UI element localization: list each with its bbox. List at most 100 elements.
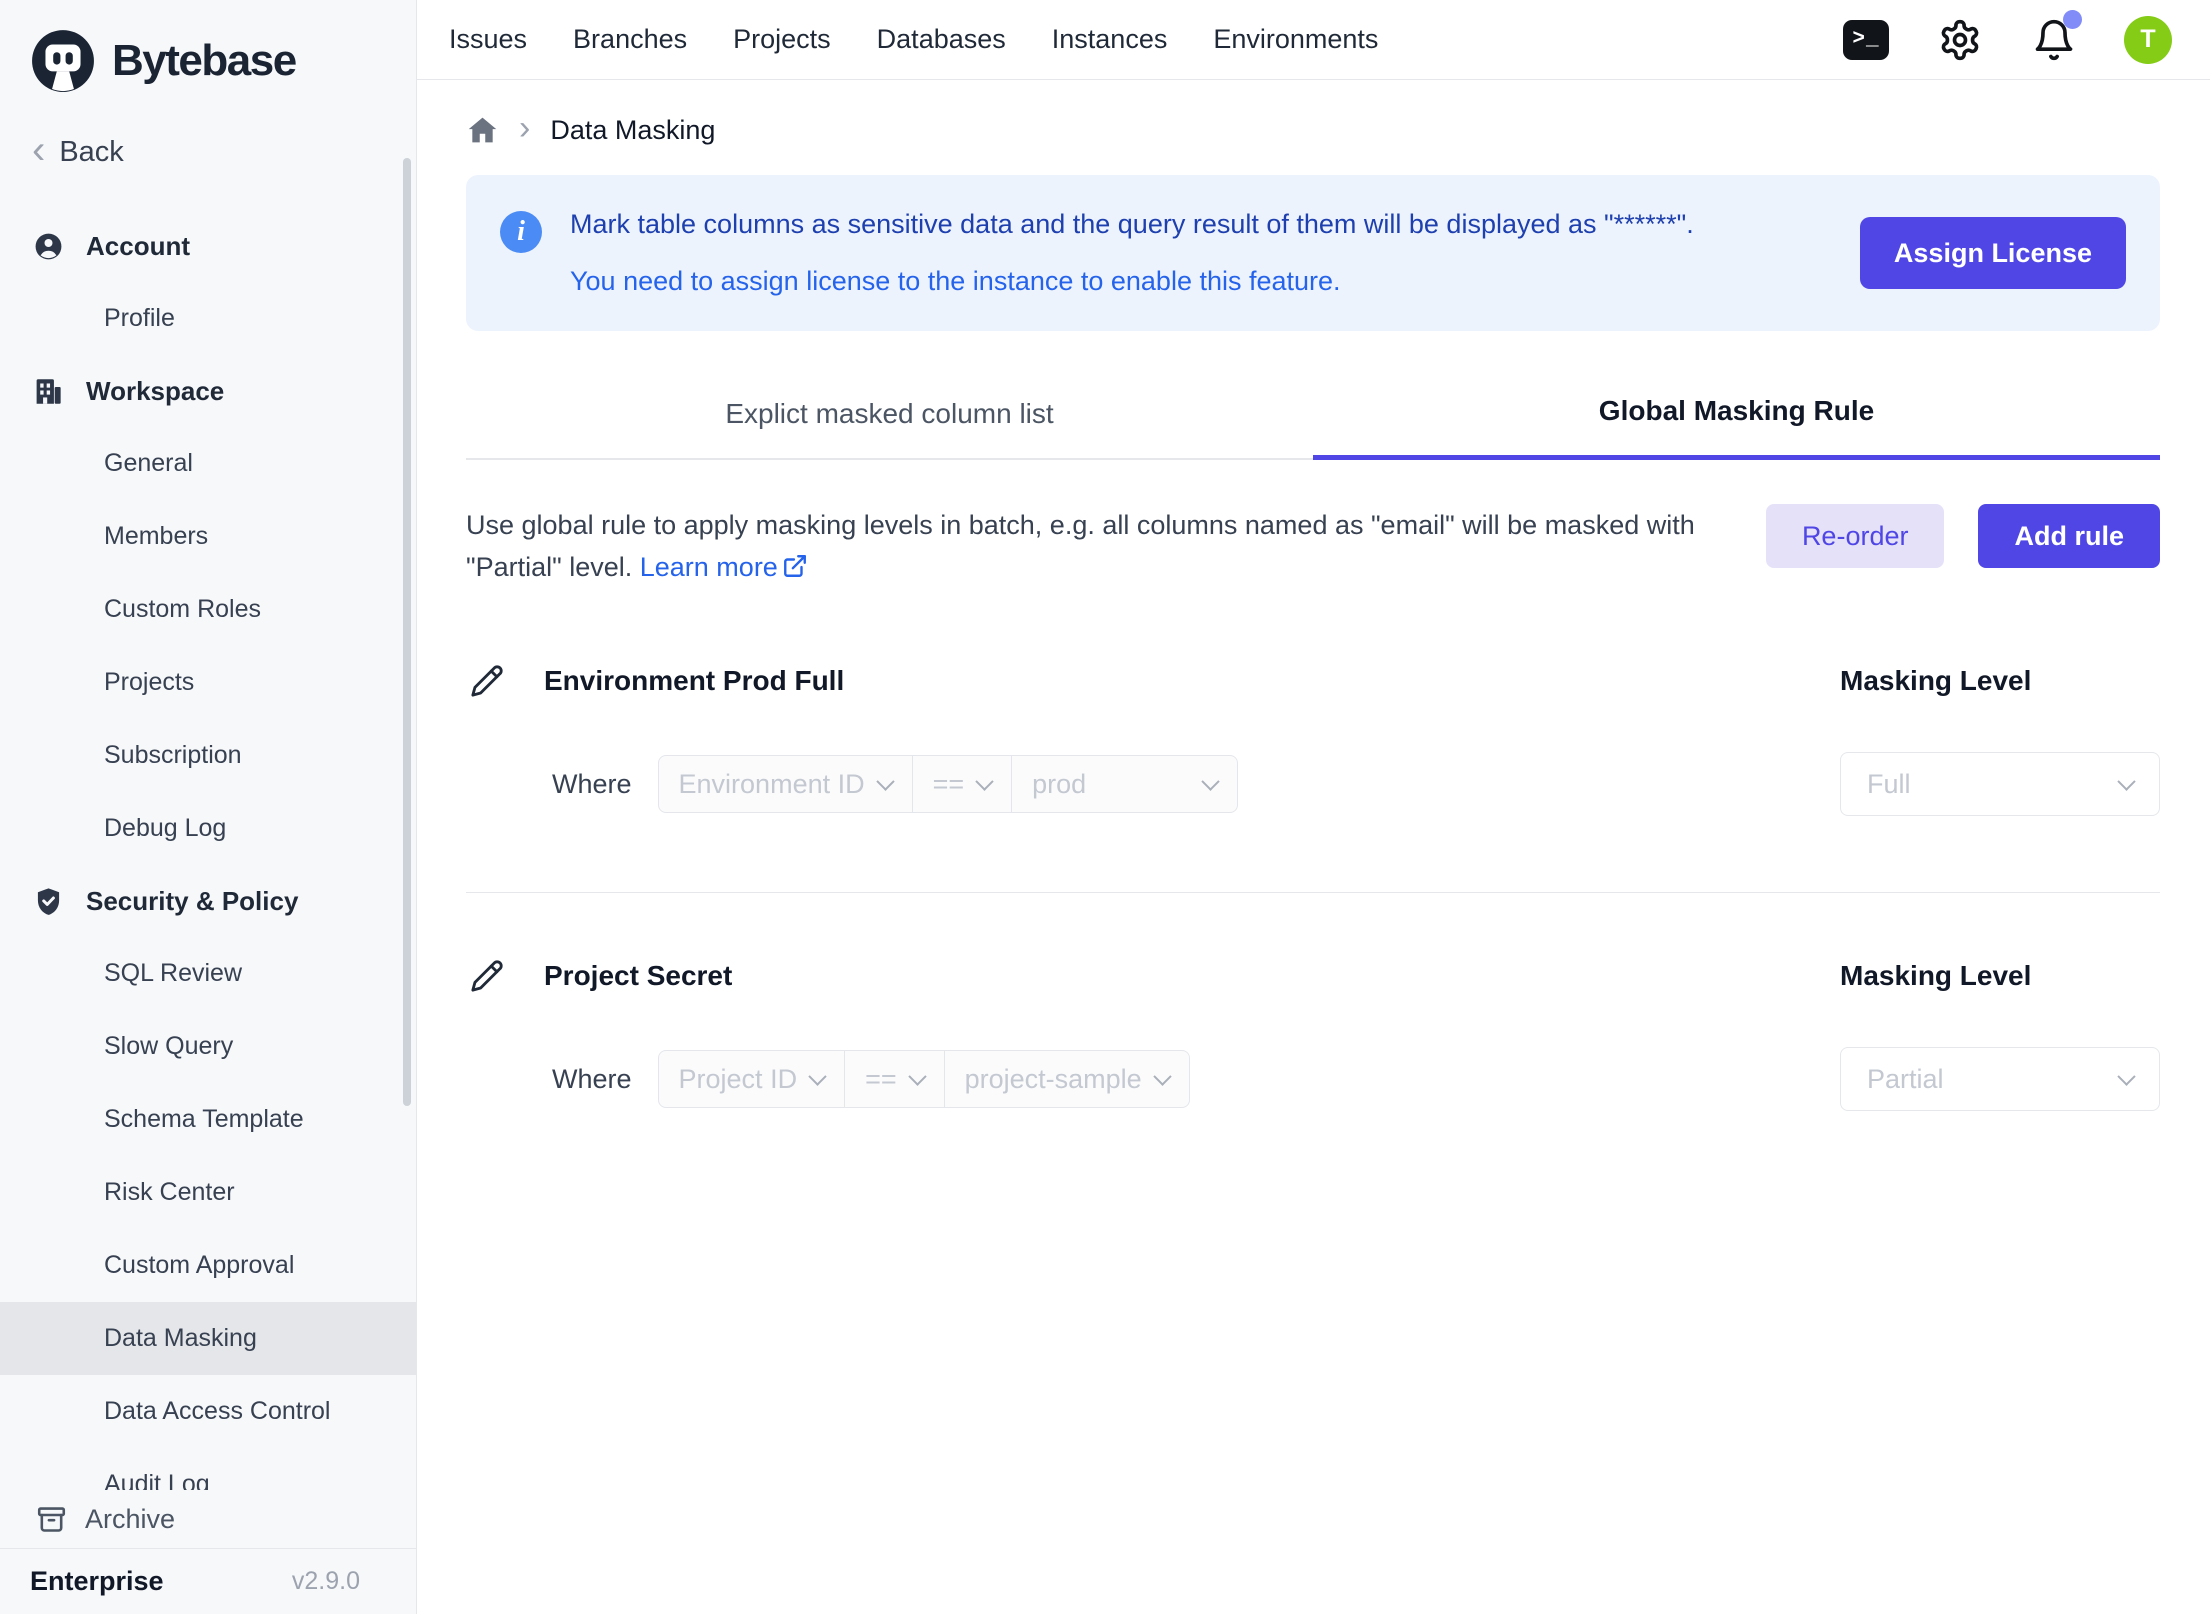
rule-card: Environment Prod Full Masking Level Wher… bbox=[466, 664, 2160, 816]
sidebar-item-audit-log[interactable]: Audit Log bbox=[0, 1448, 416, 1490]
building-icon bbox=[33, 376, 64, 407]
sidebar-scrollbar[interactable] bbox=[403, 158, 411, 1106]
rule-header: Environment Prod Full Masking Level bbox=[466, 664, 2160, 698]
rule-condition-row: Where Project ID == project-sa bbox=[466, 1047, 2160, 1111]
where-label: Where bbox=[552, 1064, 632, 1095]
chevron-down-icon bbox=[908, 1067, 926, 1085]
back-button[interactable]: ‹ Back bbox=[32, 134, 416, 170]
condition-field-select[interactable]: Project ID bbox=[659, 1051, 846, 1107]
archive-button[interactable]: Archive bbox=[0, 1490, 416, 1548]
sidebar-item-subscription[interactable]: Subscription bbox=[0, 719, 416, 792]
sidebar-item-general[interactable]: General bbox=[0, 427, 416, 500]
sidebar-item-debug-log[interactable]: Debug Log bbox=[0, 792, 416, 865]
tab-global-masking-rule[interactable]: Global Masking Rule bbox=[1313, 395, 2160, 460]
nav-projects[interactable]: Projects bbox=[733, 24, 831, 55]
nav-environments[interactable]: Environments bbox=[1213, 24, 1378, 55]
breadcrumb: › Data Masking bbox=[466, 114, 2160, 147]
condition-value-select[interactable]: prod bbox=[1012, 756, 1237, 812]
chevron-down-icon bbox=[2117, 1067, 2135, 1085]
brand-name: Bytebase bbox=[112, 36, 296, 86]
tab-explicit-masked-column-list[interactable]: Explict masked column list bbox=[466, 398, 1313, 460]
masking-level-select[interactable]: Full bbox=[1840, 752, 2160, 816]
chevron-down-icon bbox=[2117, 772, 2135, 790]
nav-issues[interactable]: Issues bbox=[449, 24, 527, 55]
where-clause: Where Project ID == project-sa bbox=[466, 1050, 1840, 1108]
sidebar-item-members[interactable]: Members bbox=[0, 500, 416, 573]
banner-text: Mark table columns as sensitive data and… bbox=[570, 207, 1830, 299]
sidebar-bottom: Archive Enterprise v2.9.0 bbox=[0, 1490, 416, 1614]
rule-header: Project Secret Masking Level bbox=[466, 959, 2160, 993]
chevron-left-icon: ‹ bbox=[32, 130, 45, 170]
edit-pencil-icon[interactable] bbox=[470, 664, 504, 698]
rule-card: Project Secret Masking Level Where Proje… bbox=[466, 959, 2160, 1111]
archive-icon bbox=[36, 1504, 67, 1535]
notification-dot bbox=[2063, 10, 2082, 29]
add-rule-button[interactable]: Add rule bbox=[1978, 504, 2160, 568]
banner-line2: You need to assign license to the instan… bbox=[570, 264, 1830, 299]
rule-list: Environment Prod Full Masking Level Wher… bbox=[466, 664, 2160, 1111]
main-area: Issues Branches Projects Databases Insta… bbox=[417, 0, 2210, 1614]
where-label: Where bbox=[552, 769, 632, 800]
sidebar-item-data-access-control[interactable]: Data Access Control bbox=[0, 1375, 416, 1448]
sidebar-item-sql-review[interactable]: SQL Review bbox=[0, 937, 416, 1010]
sidebar-item-schema-template[interactable]: Schema Template bbox=[0, 1083, 416, 1156]
sidebar-item-custom-roles[interactable]: Custom Roles bbox=[0, 573, 416, 646]
banner-line1: Mark table columns as sensitive data and… bbox=[570, 207, 1830, 242]
info-icon: i bbox=[500, 211, 542, 253]
rule-condition-row: Where Environment ID == prod bbox=[466, 752, 2160, 816]
rule-divider bbox=[466, 892, 2160, 893]
condition-group: Environment ID == prod bbox=[658, 755, 1239, 813]
rule-title: Environment Prod Full bbox=[544, 665, 1840, 697]
chevron-right-icon: › bbox=[519, 111, 530, 145]
learn-more-link[interactable]: Learn more bbox=[640, 552, 778, 582]
edit-pencil-icon[interactable] bbox=[470, 959, 504, 993]
home-icon[interactable] bbox=[466, 114, 499, 147]
chevron-down-icon bbox=[975, 772, 993, 790]
sidebar-item-custom-approval[interactable]: Custom Approval bbox=[0, 1229, 416, 1302]
masking-level-label: Masking Level bbox=[1840, 665, 2160, 697]
rule-title: Project Secret bbox=[544, 960, 1840, 992]
masking-level-select[interactable]: Partial bbox=[1840, 1047, 2160, 1111]
condition-value-select[interactable]: project-sample bbox=[945, 1051, 1189, 1107]
bell-icon[interactable] bbox=[2030, 16, 2078, 64]
sql-editor-terminal-icon[interactable]: >_ bbox=[1842, 16, 1890, 64]
condition-operator-select[interactable]: == bbox=[913, 756, 1013, 812]
plan-footer: Enterprise v2.9.0 bbox=[0, 1548, 416, 1614]
sidebar-item-data-masking[interactable]: Data Masking bbox=[0, 1302, 416, 1375]
chevron-down-icon bbox=[808, 1067, 826, 1085]
breadcrumb-page: Data Masking bbox=[550, 115, 715, 146]
license-banner: i Mark table columns as sensitive data a… bbox=[466, 175, 2160, 331]
page-content: › Data Masking i Mark table columns as s… bbox=[417, 80, 2210, 1614]
assign-license-button[interactable]: Assign License bbox=[1860, 217, 2126, 289]
rule-description: Use global rule to apply masking levels … bbox=[466, 504, 1766, 588]
sidebar-item-risk-center[interactable]: Risk Center bbox=[0, 1156, 416, 1229]
bytebase-logo-icon bbox=[30, 28, 96, 94]
settings-sidebar: Bytebase ‹ Back Account Profile bbox=[0, 0, 417, 1614]
condition-field-select[interactable]: Environment ID bbox=[659, 756, 913, 812]
section-account: Account bbox=[0, 210, 416, 282]
app-version: v2.9.0 bbox=[292, 1567, 360, 1596]
brand-logo[interactable]: Bytebase bbox=[0, 0, 416, 94]
shield-check-icon bbox=[33, 886, 64, 917]
chevron-down-icon bbox=[1153, 1067, 1171, 1085]
nav-databases[interactable]: Databases bbox=[877, 24, 1006, 55]
top-navigation: Issues Branches Projects Databases Insta… bbox=[417, 0, 2210, 80]
avatar[interactable]: T bbox=[2124, 16, 2172, 64]
reorder-button[interactable]: Re-order bbox=[1766, 504, 1945, 568]
masking-tabs: Explict masked column list Global Maskin… bbox=[466, 395, 2160, 460]
nav-instances[interactable]: Instances bbox=[1052, 24, 1168, 55]
sidebar-item-profile[interactable]: Profile bbox=[0, 282, 416, 355]
rule-description-row: Use global rule to apply masking levels … bbox=[466, 504, 2160, 588]
chevron-down-icon bbox=[1201, 772, 1219, 790]
section-workspace: Workspace bbox=[0, 355, 416, 427]
gear-icon[interactable] bbox=[1936, 16, 1984, 64]
plan-name: Enterprise bbox=[30, 1566, 164, 1597]
nav-branches[interactable]: Branches bbox=[573, 24, 687, 55]
condition-operator-select[interactable]: == bbox=[845, 1051, 945, 1107]
chevron-down-icon bbox=[876, 772, 894, 790]
sidebar-item-slow-query[interactable]: Slow Query bbox=[0, 1010, 416, 1083]
sidebar-item-projects[interactable]: Projects bbox=[0, 646, 416, 719]
masking-level-label: Masking Level bbox=[1840, 960, 2160, 992]
user-icon bbox=[33, 231, 64, 262]
sidebar-nav: Account Profile Workspace General Member… bbox=[0, 170, 416, 1490]
